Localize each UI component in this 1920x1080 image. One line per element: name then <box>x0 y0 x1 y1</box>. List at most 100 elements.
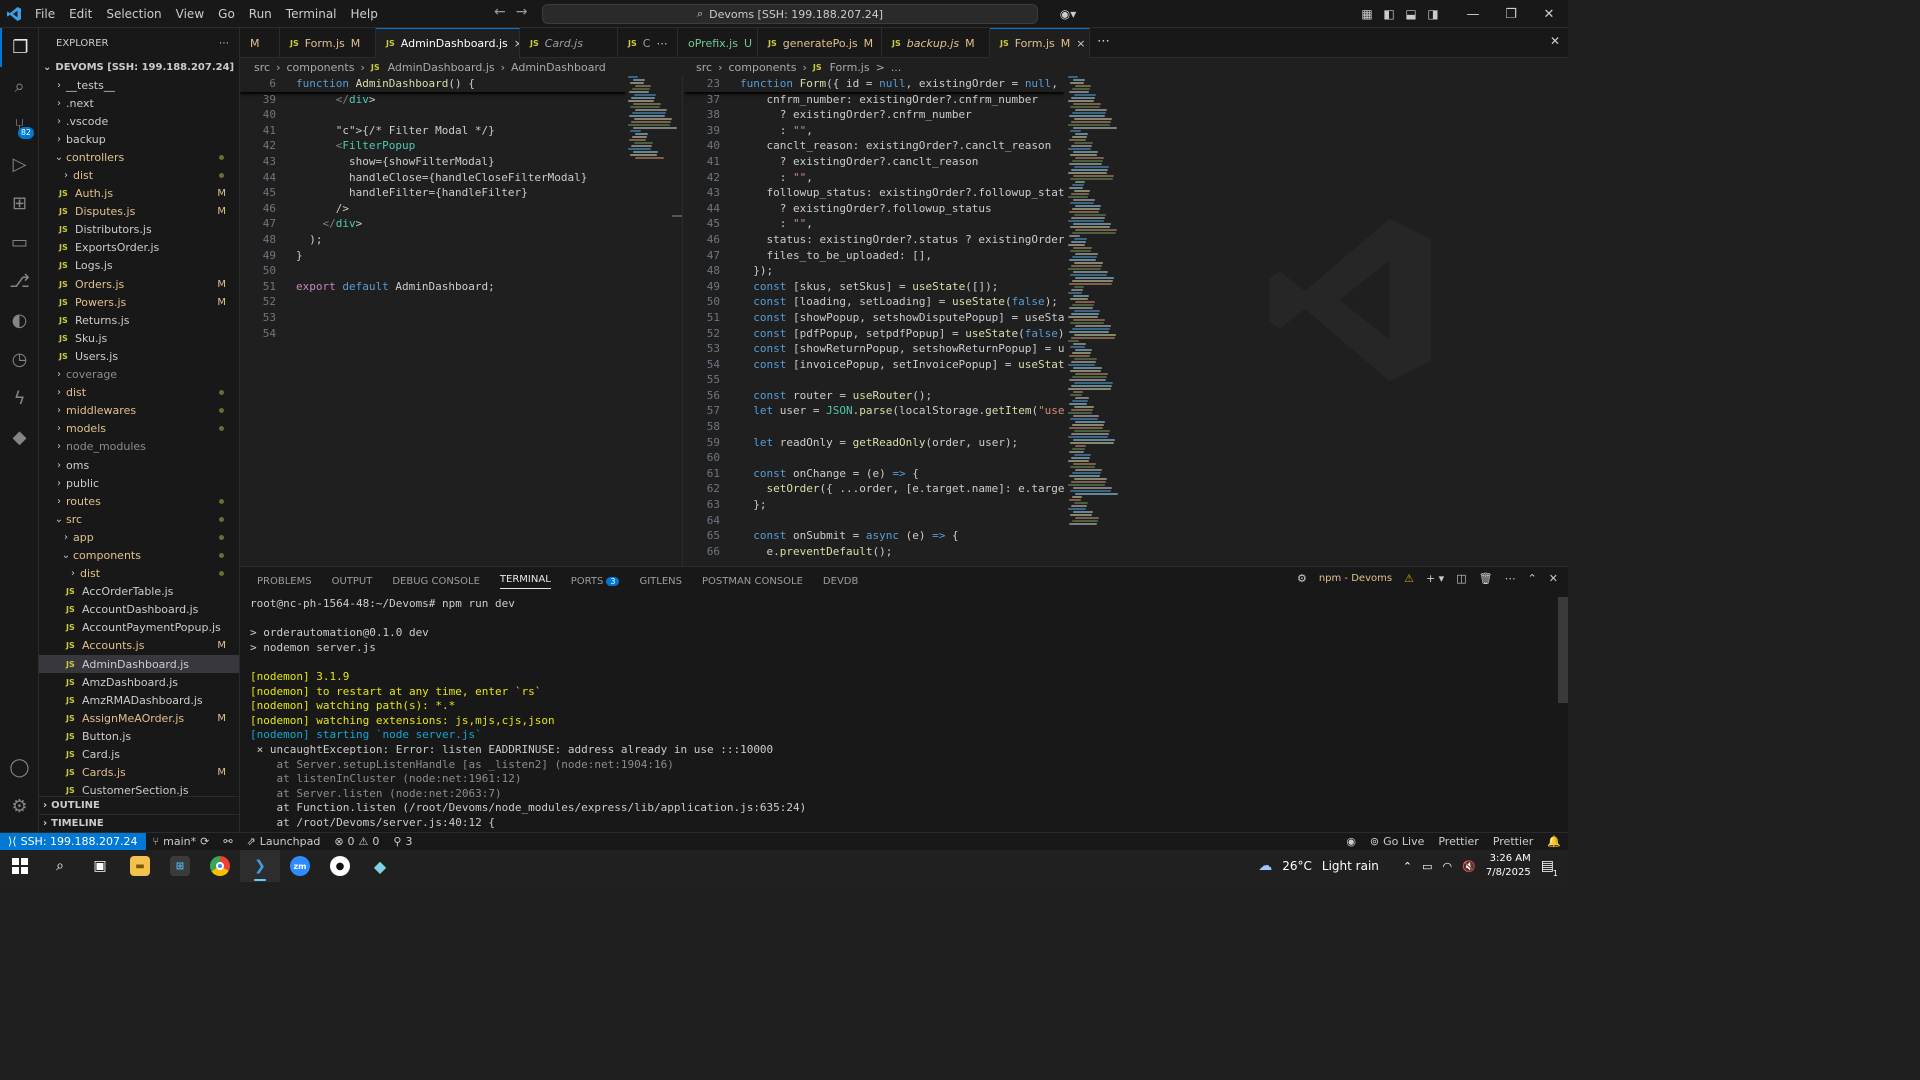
code-line[interactable]: 59 let readOnly = getReadOnly(order, use… <box>684 435 1064 451</box>
terminal-output[interactable]: root@nc-ph-1564-48:~/Devoms# npm run dev… <box>250 597 1550 831</box>
code-line[interactable]: 54 const [invoicePopup, setInvoicePopup]… <box>684 357 1064 373</box>
weather-temp[interactable]: 26°C <box>1282 859 1312 873</box>
left-minimap[interactable] <box>628 76 678 176</box>
menu-view[interactable]: View <box>169 0 211 28</box>
extensions-icon[interactable]: ⊞ <box>0 184 39 223</box>
tree-file-accordertable-js[interactable]: JS AccOrderTable.js <box>39 583 239 601</box>
panel-tab-problems[interactable]: PROBLEMS <box>257 576 312 587</box>
tree-file-accountpaymentpopup-js[interactable]: JS AccountPaymentPopup.js <box>39 619 239 637</box>
task-view-icon[interactable]: ▣ <box>80 850 120 882</box>
code-line[interactable]: 44 ? existingOrder?.followup_status <box>684 201 1064 217</box>
code-line[interactable]: 48 }); <box>684 263 1064 279</box>
vscode-taskbar-icon[interactable]: ❯ <box>240 850 280 882</box>
tree-folder-src[interactable]: ⌄ src <box>39 510 239 528</box>
code-line[interactable]: 62 setOrder({ ...order, [e.target.name]:… <box>684 481 1064 497</box>
code-line[interactable]: 41 ? existingOrder?.canclt_reason <box>684 154 1064 170</box>
code-line[interactable]: 66 e.preventDefault(); <box>684 544 1064 560</box>
customize-layout-icon[interactable]: ▦ <box>1356 7 1378 21</box>
restore-icon[interactable]: ❐ <box>1492 7 1530 22</box>
editor-tab-form-js[interactable]: JS Form.js M × <box>990 28 1090 58</box>
prettier-status-2[interactable]: Prettier <box>1486 835 1540 848</box>
panel-tab-terminal[interactable]: TERMINAL <box>499 574 551 589</box>
code-line[interactable]: 39 </div> <box>240 92 626 108</box>
sticky-scroll-line[interactable]: 6 function AdminDashboard() { <box>240 76 626 92</box>
forward-arrow-icon[interactable]: → <box>516 4 528 20</box>
tree-file-disputes-js[interactable]: JS Disputes.js M <box>39 203 239 221</box>
weather-desc[interactable]: Light rain <box>1322 859 1379 873</box>
tree-file-admindashboard-js[interactable]: JS AdminDashboard.js <box>39 655 239 674</box>
ports-indicator[interactable]: ⚲ 3 <box>386 835 419 848</box>
python-icon[interactable]: ◆ <box>0 418 39 457</box>
launchpad-item[interactable]: ⇗ Launchpad <box>240 835 328 848</box>
bell-icon[interactable]: 🔔 <box>1540 835 1568 848</box>
tree-file-orders-js[interactable]: JS Orders.js M <box>39 275 239 293</box>
code-line[interactable]: 56 const router = useRouter(); <box>684 388 1064 404</box>
code-line[interactable]: 49} <box>240 248 626 264</box>
toggle-sidebar-icon[interactable]: ◧ <box>1378 7 1400 21</box>
editor-tab-form-js[interactable]: JS Form.js M <box>280 28 376 58</box>
code-line[interactable]: 52 <box>240 294 626 310</box>
code-line[interactable]: 55 <box>684 372 1064 388</box>
code-line[interactable]: 58 <box>684 419 1064 435</box>
menu-edit[interactable]: Edit <box>62 0 99 28</box>
tree-file-cards-js[interactable]: JS Cards.js M <box>39 764 239 782</box>
minimize-icon[interactable]: — <box>1454 7 1492 22</box>
tree-file-distributors-js[interactable]: JS Distributors.js <box>39 221 239 239</box>
code-line[interactable]: 45 : "", <box>684 216 1064 232</box>
tree-file-powers-js[interactable]: JS Powers.js M <box>39 293 239 311</box>
code-line[interactable]: 46 status: existingOrder?.status ? exist… <box>684 232 1064 248</box>
editor-tab-oprefix-js[interactable]: oPrefix.js U <box>678 28 758 58</box>
copilot-status-icon[interactable]: ◉ <box>1339 835 1363 848</box>
wifi-icon[interactable]: ◠ <box>1443 860 1453 873</box>
search-view-icon[interactable]: ⌕ <box>0 67 39 106</box>
tree-file-exportsorder-js[interactable]: JS ExportsOrder.js <box>39 239 239 257</box>
code-line[interactable]: 47 </div> <box>240 216 626 232</box>
tree-file-users-js[interactable]: JS Users.js <box>39 347 239 365</box>
remote-indicator[interactable]: ⟩⟨ SSH: 199.188.207.24 <box>0 832 146 851</box>
editor-tab-m[interactable]: M <box>240 28 280 58</box>
diamond-app-icon[interactable]: ◆ <box>360 850 400 882</box>
code-line[interactable]: 50 const [loading, setLoading] = useStat… <box>684 294 1064 310</box>
breadcrumb-item[interactable]: AdminDashboard <box>511 61 606 74</box>
code-line[interactable]: 57 let user = JSON.parse(localStorage.ge… <box>684 403 1064 419</box>
code-line[interactable]: 64 <box>684 513 1064 529</box>
breadcrumb-item[interactable]: src <box>696 61 712 74</box>
code-line[interactable]: 47 files_to_be_uploaded: [], <box>684 248 1064 264</box>
code-line[interactable]: 48 ); <box>240 232 626 248</box>
menu-run[interactable]: Run <box>242 0 279 28</box>
battery-icon[interactable]: ▭ <box>1422 860 1432 873</box>
run-debug-icon[interactable]: ▷ <box>0 145 39 184</box>
go-live-button[interactable]: ⊚ Go Live <box>1363 835 1431 848</box>
editor-tab-backup-js[interactable]: JS backup.js M <box>882 28 990 58</box>
tree-folder--tests-[interactable]: › __tests__ <box>39 76 239 94</box>
code-line[interactable]: 54 <box>240 326 626 342</box>
tree-file-accountdashboard-js[interactable]: JS AccountDashboard.js <box>39 601 239 619</box>
branch-indicator[interactable]: ⑂ main* ⟳ <box>146 835 217 848</box>
tree-folder-oms[interactable]: › oms <box>39 456 239 474</box>
code-line[interactable]: 53 <box>240 310 626 326</box>
timeline-icon[interactable]: ◷ <box>0 340 39 379</box>
right-code-editor[interactable]: 23 function Form({ id = null, existingOrd… <box>684 76 1064 566</box>
menu-help[interactable]: Help <box>344 0 385 28</box>
outline-section[interactable]: › OUTLINE <box>39 796 239 814</box>
code-line[interactable]: 43 show={showFilterModal} <box>240 154 626 170</box>
panel-tab-ports[interactable]: PORTS 3 <box>571 576 620 587</box>
maximize-panel-icon[interactable]: ⌃ <box>1528 572 1537 585</box>
code-line[interactable]: 63 }; <box>684 497 1064 513</box>
code-line[interactable]: 43 followup_status: existingOrder?.follo… <box>684 185 1064 201</box>
code-line[interactable]: 61 const onChange = (e) => { <box>684 466 1064 482</box>
tree-folder-dist[interactable]: › dist <box>39 384 239 402</box>
left-code-editor[interactable]: 6 function AdminDashboard() {39 </div> 40 4… <box>240 76 626 566</box>
trash-icon[interactable]: 🗑 <box>1479 572 1493 585</box>
notification-icon[interactable]: ▤ 1 <box>1541 858 1558 878</box>
prettier-status-1[interactable]: Prettier <box>1431 835 1485 848</box>
tree-file-returns-js[interactable]: JS Returns.js <box>39 311 239 329</box>
windows-start-icon[interactable] <box>0 850 40 882</box>
gitlens-icon[interactable]: ⎇ <box>0 262 39 301</box>
command-center-search[interactable]: ⌕ Devoms [SSH: 199.188.207.24] <box>542 4 1038 24</box>
editor-tab-c[interactable]: JS C ⋯ <box>618 28 678 58</box>
menu-go[interactable]: Go <box>211 0 242 28</box>
file-explorer-icon[interactable]: ▬ <box>120 850 160 882</box>
code-line[interactable]: 53 const [showReturnPopup, setshowReturn… <box>684 341 1064 357</box>
editor-tab-card-js[interactable]: JS Card.js <box>520 28 618 58</box>
